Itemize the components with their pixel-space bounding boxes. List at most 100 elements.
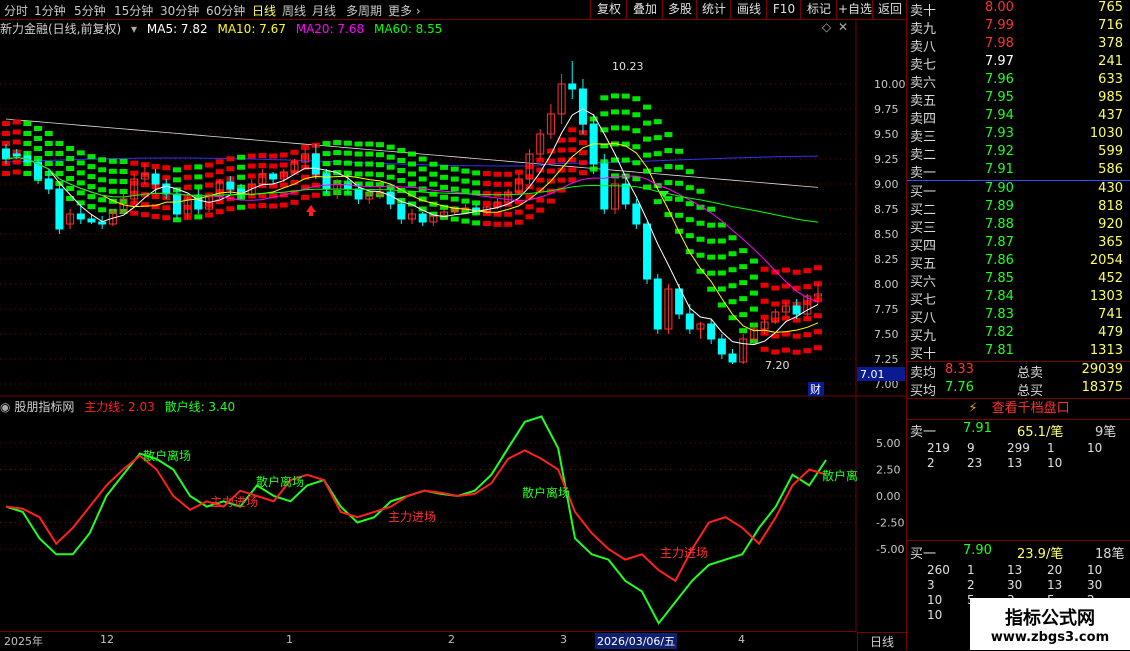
ribbon-block xyxy=(600,111,609,117)
bid-row-2[interactable]: 买三 7.88 920 xyxy=(907,217,1130,236)
settings-icon[interactable]: ◉ xyxy=(0,400,10,414)
ribbon-block xyxy=(194,164,203,170)
toolbar-button-4[interactable]: 画线 xyxy=(730,0,767,19)
ribbon-block xyxy=(781,347,790,353)
period-toolbar: 分时 1分钟 5分钟 15分钟 30分钟 60分钟 日线 周线 月线 多周期 更多 › 复权 叠加 多股统… xyxy=(0,0,906,20)
period-2[interactable]: 5分钟 xyxy=(74,2,106,19)
ribbon-block xyxy=(226,166,235,172)
buy1-order: 260 xyxy=(927,563,950,577)
ribbon-block xyxy=(621,125,630,131)
ribbon-block xyxy=(98,187,107,193)
ribbon-block xyxy=(546,198,555,204)
price-tick: 9.25 xyxy=(874,153,899,166)
x-label-0: 2025年 xyxy=(4,635,43,648)
diamond-icon[interactable]: ◇ xyxy=(822,20,831,34)
candle-body xyxy=(172,193,181,215)
ask-row-9[interactable]: 卖一 7.91 586 xyxy=(907,162,1130,181)
ob-volume: 437 xyxy=(1098,108,1123,123)
period-5[interactable]: 60分钟 xyxy=(206,2,245,19)
period-label[interactable]: 日线 xyxy=(857,632,906,651)
ask-row-6[interactable]: 卖四 7.94 437 xyxy=(907,108,1130,127)
ribbon-block xyxy=(760,298,769,304)
ask-row-3[interactable]: 卖七 7.97 241 xyxy=(907,54,1130,73)
ribbon-block xyxy=(87,184,96,190)
ribbon-block xyxy=(108,178,117,184)
bid-row-1[interactable]: 买二 7.89 818 xyxy=(907,199,1130,218)
bid-row-3[interactable]: 买四 7.87 365 xyxy=(907,235,1130,254)
period-1[interactable]: 1分钟 xyxy=(34,2,66,19)
candle-body xyxy=(322,173,331,190)
ribbon-block xyxy=(151,164,160,169)
candle-body xyxy=(568,83,577,90)
period-3[interactable]: 15分钟 xyxy=(114,2,153,19)
cai-label: 财 xyxy=(810,382,821,396)
period-8[interactable]: 月线 xyxy=(312,2,336,19)
watermark-url: www.zbgs3.com xyxy=(990,630,1110,645)
bid-row-9[interactable]: 买十 7.81 1313 xyxy=(907,343,1130,362)
buy1-order: 13 xyxy=(1007,563,1023,577)
ask-row-8[interactable]: 卖二 7.92 599 xyxy=(907,144,1130,163)
buy-arrow-stem xyxy=(309,211,313,216)
ob-label: 卖七 xyxy=(910,58,937,73)
view-depth-button[interactable]: ⚡ 查看千档盘口 xyxy=(907,398,1130,420)
x-label-6: 4 xyxy=(738,633,745,646)
ask-row-4[interactable]: 卖六 7.96 633 xyxy=(907,72,1130,91)
ask-row-7[interactable]: 卖三 7.93 1030 xyxy=(907,126,1130,145)
toolbar-button-2[interactable]: 多股 xyxy=(662,0,697,19)
bid-row-0[interactable]: 买一 7.90 430 xyxy=(907,181,1130,200)
dropdown-icon[interactable]: ▾ xyxy=(131,22,137,36)
avg-sell-row: 卖均 8.33 总卖 29039 xyxy=(907,362,1130,381)
toolbar-button-7[interactable]: +自选 xyxy=(836,0,873,19)
ob-label: 买四 xyxy=(910,239,937,254)
period-6[interactable]: 日线 xyxy=(252,2,276,19)
period-4[interactable]: 30分钟 xyxy=(160,2,199,19)
ribbon-block xyxy=(803,332,812,338)
toolbar-button-1[interactable]: 叠加 xyxy=(626,0,663,19)
bid-row-6[interactable]: 买七 7.84 1303 xyxy=(907,289,1130,308)
bid-row-4[interactable]: 买五 7.86 2054 xyxy=(907,253,1130,272)
ribbon-block xyxy=(482,191,491,197)
ob-label: 卖四 xyxy=(910,112,937,127)
bid-row-8[interactable]: 买九 7.82 479 xyxy=(907,325,1130,344)
ask-row-0[interactable]: 卖十 8.00 765 xyxy=(907,0,1130,19)
toolbar-button-3[interactable]: 统计 xyxy=(696,0,731,19)
ribbon-block xyxy=(717,238,726,244)
ribbon-block xyxy=(108,168,117,174)
ribbon-block xyxy=(279,162,288,168)
toolbar-button-8[interactable]: 返回 xyxy=(872,0,907,19)
candle-body xyxy=(418,213,427,223)
ribbon-block xyxy=(269,163,278,169)
ribbon-block xyxy=(279,202,288,208)
period-0[interactable]: 分时 xyxy=(4,2,28,19)
ribbon-block xyxy=(749,274,758,280)
ribbon-block xyxy=(440,164,449,170)
ribbon-block xyxy=(397,158,406,163)
toolbar-button-5[interactable]: F10 xyxy=(766,0,801,19)
ribbon-block xyxy=(760,266,769,272)
toolbar-button-0[interactable]: 复权 xyxy=(590,0,627,19)
ribbon-block xyxy=(66,166,75,171)
ribbon-block xyxy=(290,199,299,205)
candle-body xyxy=(653,278,662,330)
bid-row-7[interactable]: 买八 7.83 741 xyxy=(907,307,1130,326)
x-label-1: 12 xyxy=(100,633,114,646)
ask-row-1[interactable]: 卖九 7.99 716 xyxy=(907,18,1130,37)
ob-volume: 378 xyxy=(1098,36,1123,51)
ribbon-block xyxy=(98,207,107,213)
buy1-summary: 买一 7.90 23.9/笔 18笔 xyxy=(907,543,1130,562)
period-9[interactable]: 多周期 xyxy=(346,2,382,19)
ask-row-2[interactable]: 卖八 7.98 378 xyxy=(907,36,1130,55)
ob-volume: 365 xyxy=(1098,235,1123,250)
bid-row-5[interactable]: 买六 7.85 452 xyxy=(907,271,1130,290)
ribbon-block xyxy=(482,221,491,227)
period-10[interactable]: 更多 › xyxy=(388,2,421,19)
ask-row-5[interactable]: 卖五 7.95 985 xyxy=(907,90,1130,109)
ribbon-block xyxy=(215,169,224,175)
ma5-label: MA5: 7.82 xyxy=(146,22,208,36)
close-icon[interactable]: ✕ xyxy=(838,20,848,34)
toolbar-button-6[interactable]: 标记 xyxy=(800,0,837,19)
ribbon-block xyxy=(632,96,641,102)
ma5-line xyxy=(5,108,819,346)
period-7[interactable]: 周线 xyxy=(282,2,306,19)
ob-volume: 452 xyxy=(1098,271,1123,286)
